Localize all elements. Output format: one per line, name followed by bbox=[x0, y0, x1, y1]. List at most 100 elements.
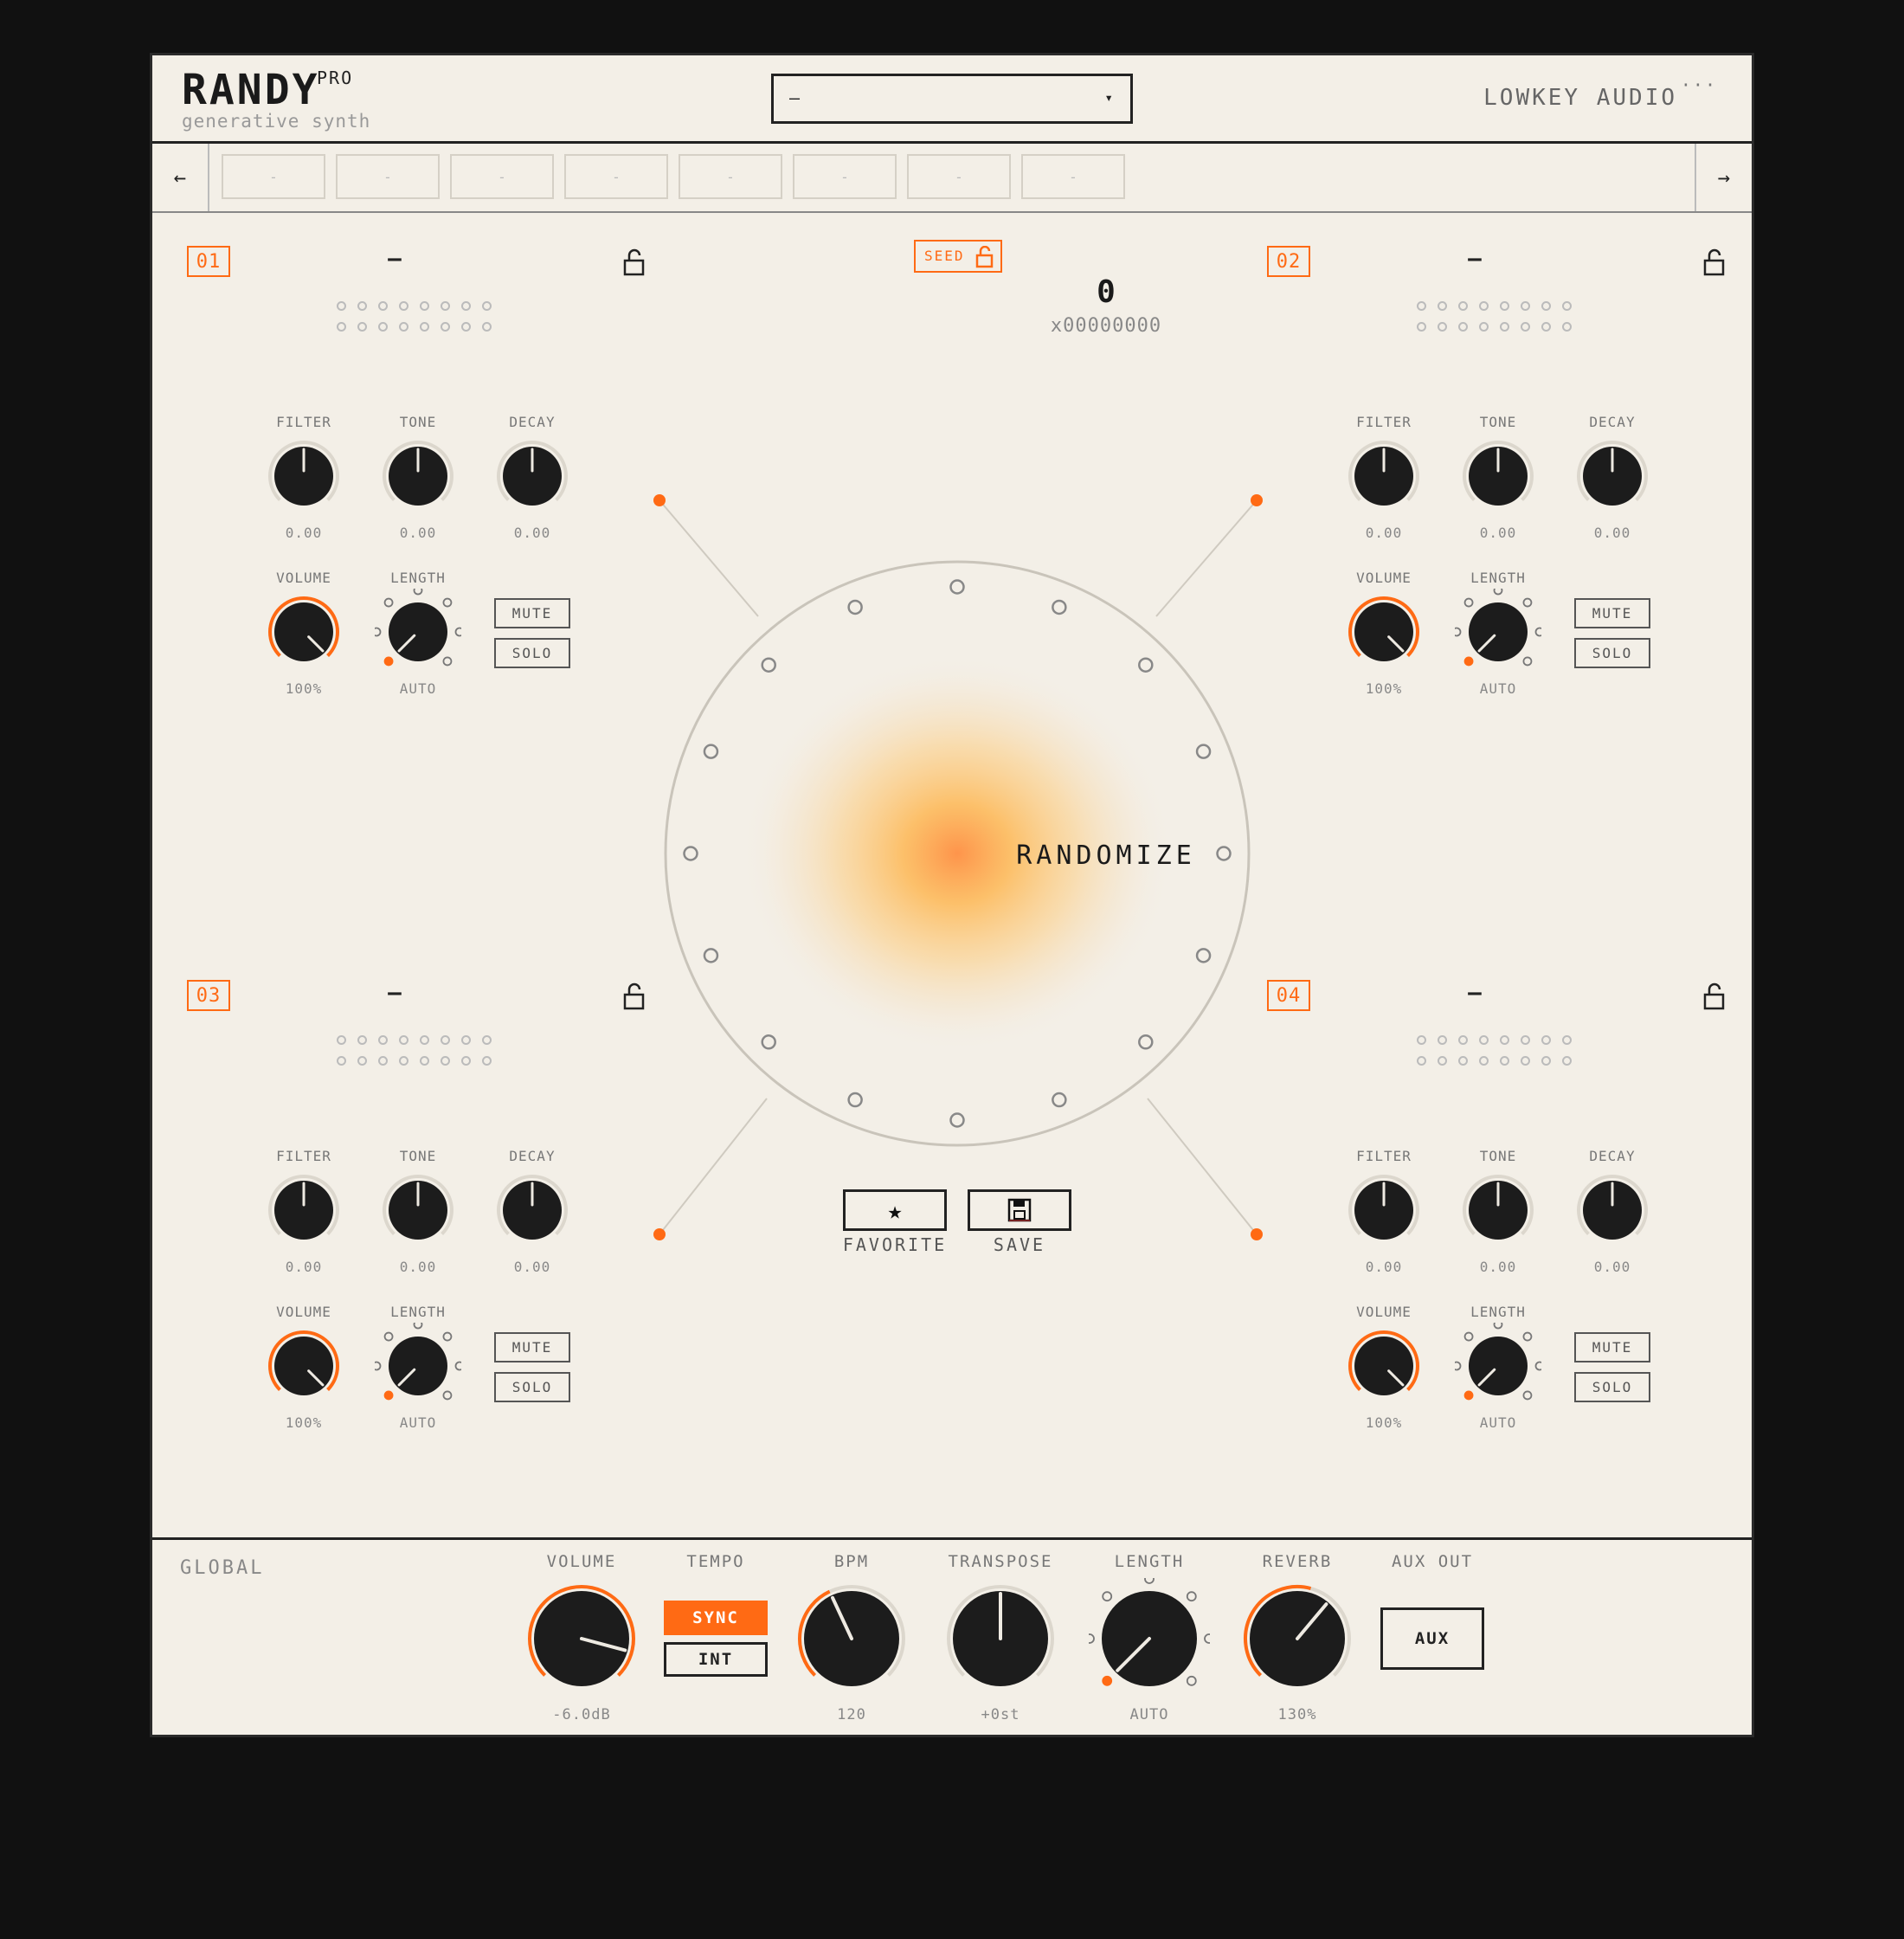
transpose-knob[interactable] bbox=[940, 1578, 1061, 1699]
step-dot[interactable] bbox=[1521, 1035, 1530, 1045]
filter-knob[interactable] bbox=[261, 1167, 347, 1253]
step-dot[interactable] bbox=[399, 1056, 408, 1066]
volume-knob[interactable] bbox=[261, 589, 347, 675]
step-dot[interactable] bbox=[1521, 322, 1530, 332]
step-dot[interactable] bbox=[1500, 1056, 1509, 1066]
step-dot[interactable] bbox=[1541, 301, 1551, 311]
step-dot[interactable] bbox=[420, 322, 429, 332]
step-dot[interactable] bbox=[337, 1035, 346, 1045]
volume-knob[interactable] bbox=[1341, 1323, 1427, 1409]
step-dot[interactable] bbox=[399, 1035, 408, 1045]
filter-knob[interactable] bbox=[1341, 1167, 1427, 1253]
unlock-icon[interactable] bbox=[621, 248, 647, 277]
step-dot[interactable] bbox=[1458, 322, 1468, 332]
step-dot[interactable] bbox=[378, 1056, 388, 1066]
step-dot[interactable] bbox=[1458, 301, 1468, 311]
step-dot[interactable] bbox=[420, 1035, 429, 1045]
favorite-button[interactable]: ★ bbox=[843, 1189, 947, 1231]
mute-button[interactable]: MUTE bbox=[1574, 1332, 1650, 1362]
step-dot[interactable] bbox=[1541, 1035, 1551, 1045]
length-knob[interactable] bbox=[375, 589, 461, 675]
unlock-icon[interactable] bbox=[1701, 248, 1727, 277]
step-dot[interactable] bbox=[357, 322, 367, 332]
step-dot[interactable] bbox=[337, 322, 346, 332]
length-knob[interactable] bbox=[1455, 589, 1541, 675]
step-dot[interactable] bbox=[420, 301, 429, 311]
step-dot[interactable] bbox=[357, 301, 367, 311]
volume-knob[interactable] bbox=[1341, 589, 1427, 675]
step-dot[interactable] bbox=[1500, 301, 1509, 311]
step-dot[interactable] bbox=[461, 1035, 471, 1045]
step-dot[interactable] bbox=[337, 301, 346, 311]
decay-knob[interactable] bbox=[1569, 433, 1656, 519]
decay-knob[interactable] bbox=[489, 1167, 576, 1253]
volume-knob[interactable] bbox=[261, 1323, 347, 1409]
step-dot[interactable] bbox=[399, 322, 408, 332]
step-dot[interactable] bbox=[1479, 1056, 1489, 1066]
step-dot[interactable] bbox=[1438, 1056, 1447, 1066]
solo-button[interactable]: SOLO bbox=[1574, 638, 1650, 668]
tone-knob[interactable] bbox=[1455, 433, 1541, 519]
step-dot[interactable] bbox=[1562, 301, 1572, 311]
int-button[interactable]: INT bbox=[664, 1642, 768, 1677]
step-dot[interactable] bbox=[1541, 322, 1551, 332]
bpm-knob[interactable] bbox=[791, 1578, 912, 1699]
step-dot[interactable] bbox=[482, 322, 492, 332]
step-dot[interactable] bbox=[399, 301, 408, 311]
global-length-knob[interactable] bbox=[1089, 1578, 1210, 1699]
step-dot[interactable] bbox=[1417, 301, 1426, 311]
step-dot[interactable] bbox=[1417, 1035, 1426, 1045]
step-dot[interactable] bbox=[1479, 301, 1489, 311]
solo-button[interactable]: SOLO bbox=[494, 1372, 570, 1402]
unlock-icon[interactable] bbox=[1701, 982, 1727, 1011]
step-dot[interactable] bbox=[1500, 322, 1509, 332]
step-dot[interactable] bbox=[482, 301, 492, 311]
step-dot[interactable] bbox=[1417, 322, 1426, 332]
step-dot[interactable] bbox=[1417, 1056, 1426, 1066]
step-dot[interactable] bbox=[1458, 1056, 1468, 1066]
step-dot[interactable] bbox=[1438, 1035, 1447, 1045]
tone-knob[interactable] bbox=[375, 433, 461, 519]
step-dot[interactable] bbox=[1521, 1056, 1530, 1066]
mute-button[interactable]: MUTE bbox=[494, 598, 570, 628]
step-dot[interactable] bbox=[1479, 1035, 1489, 1045]
tone-knob[interactable] bbox=[1455, 1167, 1541, 1253]
filter-knob[interactable] bbox=[1341, 433, 1427, 519]
mute-button[interactable]: MUTE bbox=[494, 1332, 570, 1362]
step-dot[interactable] bbox=[1541, 1056, 1551, 1066]
decay-knob[interactable] bbox=[489, 433, 576, 519]
step-dot[interactable] bbox=[378, 1035, 388, 1045]
step-dot[interactable] bbox=[420, 1056, 429, 1066]
step-dot[interactable] bbox=[461, 301, 471, 311]
randomize-button[interactable]: RANDOMIZE bbox=[971, 841, 1241, 871]
sync-button[interactable]: SYNC bbox=[664, 1601, 768, 1635]
reverb-knob[interactable] bbox=[1237, 1578, 1358, 1699]
step-dot[interactable] bbox=[357, 1035, 367, 1045]
step-dot[interactable] bbox=[378, 322, 388, 332]
step-dot[interactable] bbox=[378, 301, 388, 311]
step-dot[interactable] bbox=[1458, 1035, 1468, 1045]
tone-knob[interactable] bbox=[375, 1167, 461, 1253]
decay-knob[interactable] bbox=[1569, 1167, 1656, 1253]
step-dot[interactable] bbox=[482, 1035, 492, 1045]
filter-knob[interactable] bbox=[261, 433, 347, 519]
step-dot[interactable] bbox=[441, 322, 450, 332]
aux-button[interactable]: AUX bbox=[1380, 1607, 1484, 1670]
step-dot[interactable] bbox=[1521, 301, 1530, 311]
seed-lock-button[interactable]: SEED bbox=[914, 240, 1002, 273]
solo-button[interactable]: SOLO bbox=[1574, 1372, 1650, 1402]
step-dot[interactable] bbox=[1438, 322, 1447, 332]
step-dot[interactable] bbox=[441, 301, 450, 311]
step-dot[interactable] bbox=[357, 1056, 367, 1066]
step-dot[interactable] bbox=[482, 1056, 492, 1066]
step-dot[interactable] bbox=[1562, 1056, 1572, 1066]
step-dot[interactable] bbox=[1500, 1035, 1509, 1045]
unlock-icon[interactable] bbox=[621, 982, 647, 1011]
step-dot[interactable] bbox=[1438, 301, 1447, 311]
save-button[interactable] bbox=[968, 1189, 1071, 1231]
step-dot[interactable] bbox=[337, 1056, 346, 1066]
step-dot[interactable] bbox=[1562, 322, 1572, 332]
step-dot[interactable] bbox=[461, 1056, 471, 1066]
solo-button[interactable]: SOLO bbox=[494, 638, 570, 668]
step-dot[interactable] bbox=[441, 1035, 450, 1045]
